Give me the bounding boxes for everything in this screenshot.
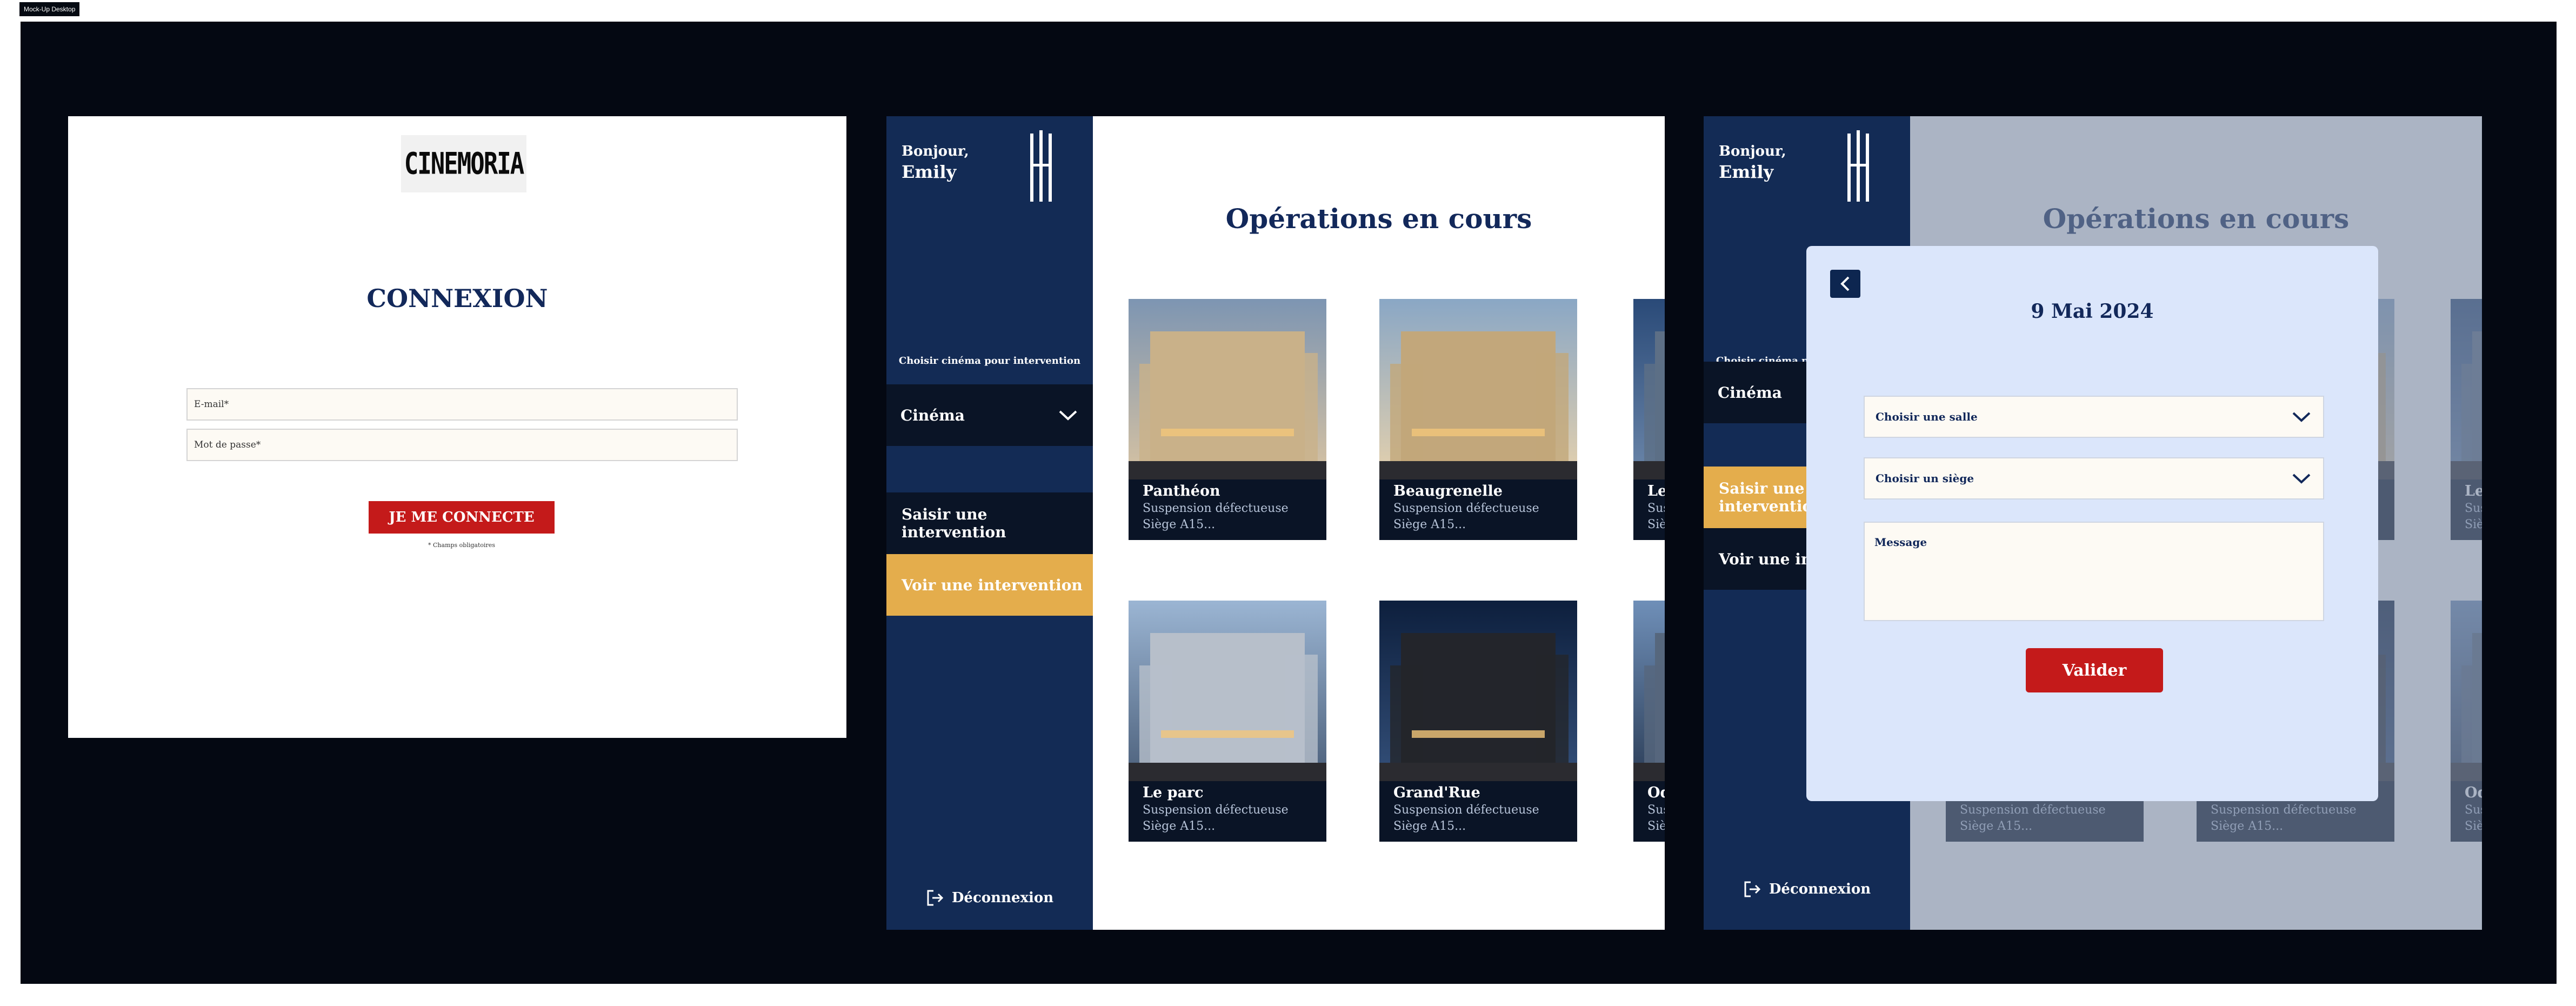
cinemoria-logo: CINEMORIA [401, 135, 526, 192]
brand-mark-icon [1030, 130, 1052, 202]
cinema-photo [1633, 299, 1665, 479]
greeting: Bonjour, Emily [902, 143, 969, 182]
user-name: Emily [902, 162, 957, 182]
cinema-name: Le parc [1143, 784, 1204, 801]
back-arrow-icon [1840, 276, 1850, 291]
chevron-down-icon [2292, 474, 2311, 484]
back-button[interactable] [1830, 270, 1860, 298]
greeting: Bonjour, Emily [1719, 143, 1786, 182]
message-field[interactable] [1864, 522, 2324, 621]
login-screen: CINEMORIA CONNEXION JE ME CONNECTE * Cha… [68, 116, 846, 738]
chevron-down-icon [2292, 412, 2311, 422]
cinema-select-label: Cinéma [900, 406, 965, 424]
cinema-photo [1633, 601, 1665, 781]
seat-text: Siège A15... [1143, 518, 1216, 531]
seat-text: Siège A15... [1393, 820, 1466, 833]
operation-card[interactable]: Odéon Suspension défectueuse Siège A15... [1633, 601, 1665, 842]
brand-mark-icon [1847, 130, 1869, 202]
cinema-photo [1129, 601, 1326, 781]
login-button[interactable]: JE ME CONNECTE [369, 501, 555, 534]
logout-icon [927, 890, 943, 906]
cinema-photo [1379, 299, 1577, 479]
issue-text: Suspension défectueuse [1647, 502, 1665, 515]
cinema-select[interactable]: Cinéma [886, 384, 1093, 446]
intervention-modal-screen: Bonjour, Emily Choisir cinéma pour inter… [1704, 116, 2482, 930]
logout-label: Déconnexion [951, 890, 1054, 906]
seat-select-label: Choisir un siège [1876, 472, 1974, 485]
frame-label: Mock-Up Desktop [19, 2, 80, 16]
cinema-select-label: Cinéma [1718, 383, 1782, 402]
sidebar-caption: Choisir cinéma pour intervention [898, 355, 1081, 367]
dashboard-screen: Bonjour, Emily Choisir cinéma pour inter… [886, 116, 1665, 930]
cinema-photo [1379, 601, 1577, 781]
issue-text: Suspension défectueuse [1647, 803, 1665, 817]
issue-text: Suspension défectueuse [1393, 803, 1539, 817]
logout-icon [1744, 881, 1760, 897]
issue-text: Suspension défectueuse [1393, 502, 1539, 515]
operation-card[interactable]: Le parc Suspension défectueuse Siège A15..… [1129, 601, 1326, 842]
seat-text: Siège A15... [1647, 518, 1665, 531]
cinema-name: Panthéon [1143, 483, 1220, 499]
seat-text: Siège A15... [1647, 820, 1665, 833]
room-select[interactable]: Choisir une salle [1864, 396, 2324, 438]
email-field[interactable] [186, 388, 738, 421]
operation-card[interactable]: Grand'Rue Suspension défectueuse Siège A15… [1379, 601, 1577, 842]
operation-card[interactable]: Les... Suspension défectueuse Siège A15... [1633, 299, 1665, 540]
sidebar-item-voir[interactable]: Voir une intervention [886, 554, 1093, 616]
chevron-down-icon [1059, 410, 1077, 421]
login-title: CONNEXION [366, 284, 548, 313]
cinema-name: Grand'Rue [1393, 784, 1480, 801]
cinema-name: Beaugrenelle [1393, 483, 1503, 499]
cinema-name: Odéon [1647, 784, 1665, 801]
user-name: Emily [1719, 162, 1774, 182]
cinema-photo [1129, 299, 1326, 479]
intervention-modal: 9 Mai 2024 Choisir une salle Choisir un … [1806, 246, 2378, 801]
room-select-label: Choisir une salle [1876, 410, 1978, 423]
seat-select[interactable]: Choisir un siège [1864, 457, 2324, 499]
modal-date: 9 Mai 2024 [2031, 300, 2154, 323]
logout-button[interactable]: Déconnexion [886, 889, 1093, 907]
password-field[interactable] [186, 429, 738, 461]
logout-label: Déconnexion [1769, 881, 1871, 897]
required-fields-note: * Champs obligatoires [428, 542, 495, 549]
issue-text: Suspension défectueuse [1143, 803, 1289, 817]
sidebar-item-saisir[interactable]: Saisir une intervention [886, 492, 1093, 554]
operation-card[interactable]: Panthéon Suspension défectueuse Siège A15.… [1129, 299, 1326, 540]
sidebar: Bonjour, Emily Choisir cinéma pour inter… [886, 116, 1093, 930]
logout-button[interactable]: Déconnexion [1704, 880, 1910, 898]
seat-text: Siège A15... [1393, 518, 1466, 531]
issue-text: Suspension défectueuse [1143, 502, 1289, 515]
cinema-name: Les... [1647, 483, 1665, 499]
operation-card[interactable]: Beaugrenelle Suspension défectueuse Siège … [1379, 299, 1577, 540]
validate-button[interactable]: Valider [2026, 648, 2163, 692]
page-title: Opérations en cours [1225, 203, 1532, 235]
seat-text: Siège A15... [1143, 820, 1216, 833]
